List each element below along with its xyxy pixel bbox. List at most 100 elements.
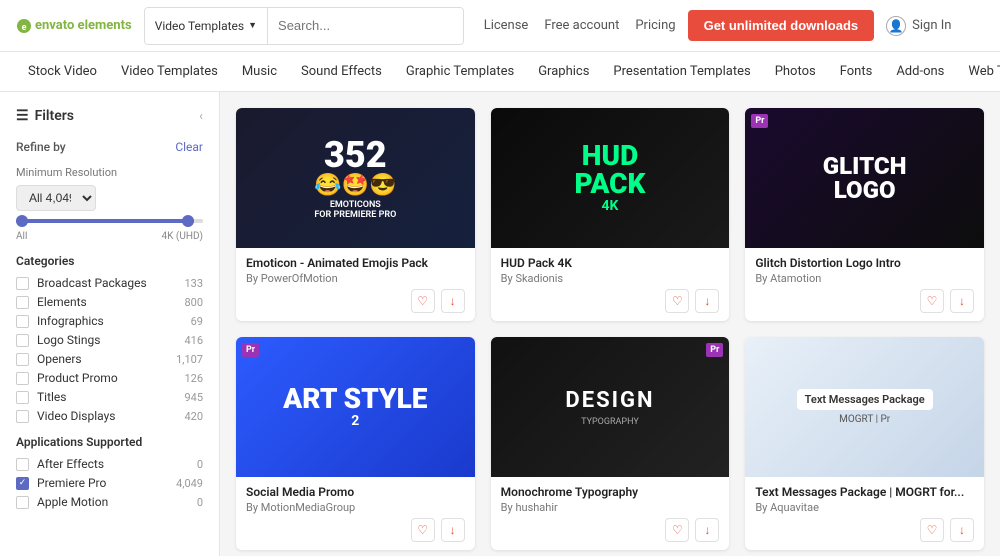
- main-nav: Stock Video Video Templates Music Sound …: [0, 52, 1000, 92]
- cat-checkbox-broadcast[interactable]: [16, 277, 29, 290]
- nav-photos[interactable]: Photos: [763, 52, 828, 92]
- app-checkbox-premiere-pro[interactable]: ✓: [16, 477, 29, 490]
- search-bar: Video Templates ▼ 🔍: [144, 7, 464, 45]
- cat-checkbox-titles[interactable]: [16, 391, 29, 404]
- nav-sound-effects[interactable]: Sound Effects: [289, 52, 394, 92]
- card-thumb-wrap-hud: HUDPACK 4K: [491, 108, 730, 248]
- cat-item-elements[interactable]: Elements 800: [16, 295, 203, 309]
- bookmark-button-hud[interactable]: ♡: [665, 289, 689, 313]
- card-thumbnail-text-msg[interactable]: Text Messages Package MOGRT | Pr: [745, 337, 984, 477]
- card-thumbnail-emoticon[interactable]: 352 😂🤩😎 EMOTICONSFOR PREMIERE PRO: [236, 108, 475, 248]
- header-links: License Free account Pricing: [484, 18, 676, 33]
- cat-item-infographics[interactable]: Infographics 69: [16, 314, 203, 328]
- card-body-hud: HUD Pack 4K By Skadionis ♡ ↓: [491, 248, 730, 321]
- card-author-emoticon: By PowerOfMotion: [246, 272, 465, 285]
- card-thumb-wrap-social: ART STYLE 2 Pr: [236, 337, 475, 477]
- app-label-after-effects: After Effects: [37, 457, 189, 471]
- cat-label-titles: Titles: [37, 390, 176, 404]
- logo[interactable]: e envato elements: [16, 18, 132, 34]
- nav-graphic-templates[interactable]: Graphic Templates: [394, 52, 526, 92]
- nav-video-templates[interactable]: Video Templates: [109, 52, 230, 92]
- get-unlimited-button[interactable]: Get unlimited downloads: [688, 10, 875, 41]
- resolution-select[interactable]: All 4,049: [16, 185, 96, 211]
- card-hud-pack: HUDPACK 4K HUD Pack 4K By Skadionis ♡ ↓: [491, 108, 730, 321]
- cat-item-openers[interactable]: Openers 1,107: [16, 352, 203, 366]
- card-thumbnail-hud[interactable]: HUDPACK 4K: [491, 108, 730, 248]
- license-link[interactable]: License: [484, 18, 529, 33]
- collapse-sidebar-button[interactable]: ‹: [199, 109, 203, 124]
- app-count-after-effects: 0: [197, 458, 203, 471]
- nav-presentation-templates[interactable]: Presentation Templates: [601, 52, 762, 92]
- card-thumbnail-social[interactable]: ART STYLE 2 Pr: [236, 337, 475, 477]
- slider-thumb-left[interactable]: [16, 215, 28, 227]
- cat-checkbox-infographics[interactable]: [16, 315, 29, 328]
- cat-label-logo-stings: Logo Stings: [37, 333, 176, 347]
- nav-fonts[interactable]: Fonts: [828, 52, 885, 92]
- nav-music[interactable]: Music: [230, 52, 289, 92]
- search-input[interactable]: [268, 8, 464, 44]
- pricing-link[interactable]: Pricing: [635, 18, 675, 33]
- card-title-typography: Monochrome Typography: [501, 485, 720, 499]
- header: e envato elements Video Templates ▼ 🔍 Li…: [0, 0, 1000, 52]
- cat-checkbox-openers[interactable]: [16, 353, 29, 366]
- download-button-emoticon[interactable]: ↓: [441, 289, 465, 313]
- app-label-premiere-pro: Premiere Pro: [37, 476, 168, 490]
- nav-web-templates[interactable]: Web Templates: [956, 52, 1000, 92]
- card-actions-hud: ♡ ↓: [501, 289, 720, 313]
- card-social-media: ART STYLE 2 Pr Social Media Promo By Mot…: [236, 337, 475, 550]
- nav-add-ons[interactable]: Add-ons: [884, 52, 956, 92]
- cat-item-logo-stings[interactable]: Logo Stings 416: [16, 333, 203, 347]
- card-actions-glitch: ♡ ↓: [755, 289, 974, 313]
- sidebar-header: ☰ Filters ‹: [16, 108, 203, 124]
- cat-checkbox-product-promo[interactable]: [16, 372, 29, 385]
- card-thumbnail-typography[interactable]: DESIGN TYPOGRAPHY Pr: [491, 337, 730, 477]
- download-button-text-msg[interactable]: ↓: [950, 518, 974, 542]
- sign-in[interactable]: 👤 Sign In: [886, 16, 951, 36]
- cat-checkbox-elements[interactable]: [16, 296, 29, 309]
- slider-thumb-right[interactable]: [182, 215, 194, 227]
- nav-graphics[interactable]: Graphics: [526, 52, 601, 92]
- clear-filter-link[interactable]: Clear: [175, 140, 203, 154]
- sign-in-label: Sign In: [912, 18, 951, 33]
- app-checkbox-apple-motion[interactable]: [16, 496, 29, 509]
- card-thumbnail-glitch[interactable]: GLITCHLOGO Pr: [745, 108, 984, 248]
- bookmark-button-social[interactable]: ♡: [411, 518, 435, 542]
- cat-count-infographics: 69: [191, 315, 203, 328]
- app-checkbox-after-effects[interactable]: [16, 458, 29, 471]
- sidebar: ☰ Filters ‹ Refine by Clear Minimum Reso…: [0, 92, 220, 556]
- slider-label-left: All: [16, 231, 27, 242]
- card-title-hud: HUD Pack 4K: [501, 256, 720, 270]
- categories-title: Categories: [16, 254, 203, 268]
- thumb-content-hud: HUDPACK 4K: [491, 108, 730, 248]
- bookmark-button-text-msg[interactable]: ♡: [920, 518, 944, 542]
- download-button-social[interactable]: ↓: [441, 518, 465, 542]
- user-icon: 👤: [886, 16, 906, 36]
- card-title-glitch: Glitch Distortion Logo Intro: [755, 256, 974, 270]
- cat-item-titles[interactable]: Titles 945: [16, 390, 203, 404]
- bookmark-button-typography[interactable]: ♡: [665, 518, 689, 542]
- download-button-glitch[interactable]: ↓: [950, 289, 974, 313]
- download-button-hud[interactable]: ↓: [695, 289, 719, 313]
- nav-stock-video[interactable]: Stock Video: [16, 52, 109, 92]
- app-item-premiere-pro[interactable]: ✓ Premiere Pro 4,049: [16, 476, 203, 490]
- free-account-link[interactable]: Free account: [544, 18, 619, 33]
- cat-count-titles: 945: [184, 391, 203, 404]
- card-thumb-wrap-typography: DESIGN TYPOGRAPHY Pr: [491, 337, 730, 477]
- cat-label-video-displays: Video Displays: [37, 409, 176, 423]
- cat-item-broadcast[interactable]: Broadcast Packages 133: [16, 276, 203, 290]
- card-body-glitch: Glitch Distortion Logo Intro By Atamotio…: [745, 248, 984, 321]
- cat-checkbox-video-displays[interactable]: [16, 410, 29, 423]
- download-button-typography[interactable]: ↓: [695, 518, 719, 542]
- app-item-after-effects[interactable]: After Effects 0: [16, 457, 203, 471]
- cat-count-broadcast: 133: [184, 277, 203, 290]
- cat-checkbox-logo-stings[interactable]: [16, 334, 29, 347]
- card-body-emoticon: Emoticon - Animated Emojis Pack By Power…: [236, 248, 475, 321]
- cat-item-product-promo[interactable]: Product Promo 126: [16, 371, 203, 385]
- bookmark-button-emoticon[interactable]: ♡: [411, 289, 435, 313]
- app-item-apple-motion[interactable]: Apple Motion 0: [16, 495, 203, 509]
- bookmark-button-glitch[interactable]: ♡: [920, 289, 944, 313]
- search-dropdown[interactable]: Video Templates ▼: [145, 8, 268, 44]
- card-thumb-wrap-glitch: GLITCHLOGO Pr: [745, 108, 984, 248]
- cat-item-video-displays[interactable]: Video Displays 420: [16, 409, 203, 423]
- resolution-slider[interactable]: All 4K (UHD): [16, 219, 203, 242]
